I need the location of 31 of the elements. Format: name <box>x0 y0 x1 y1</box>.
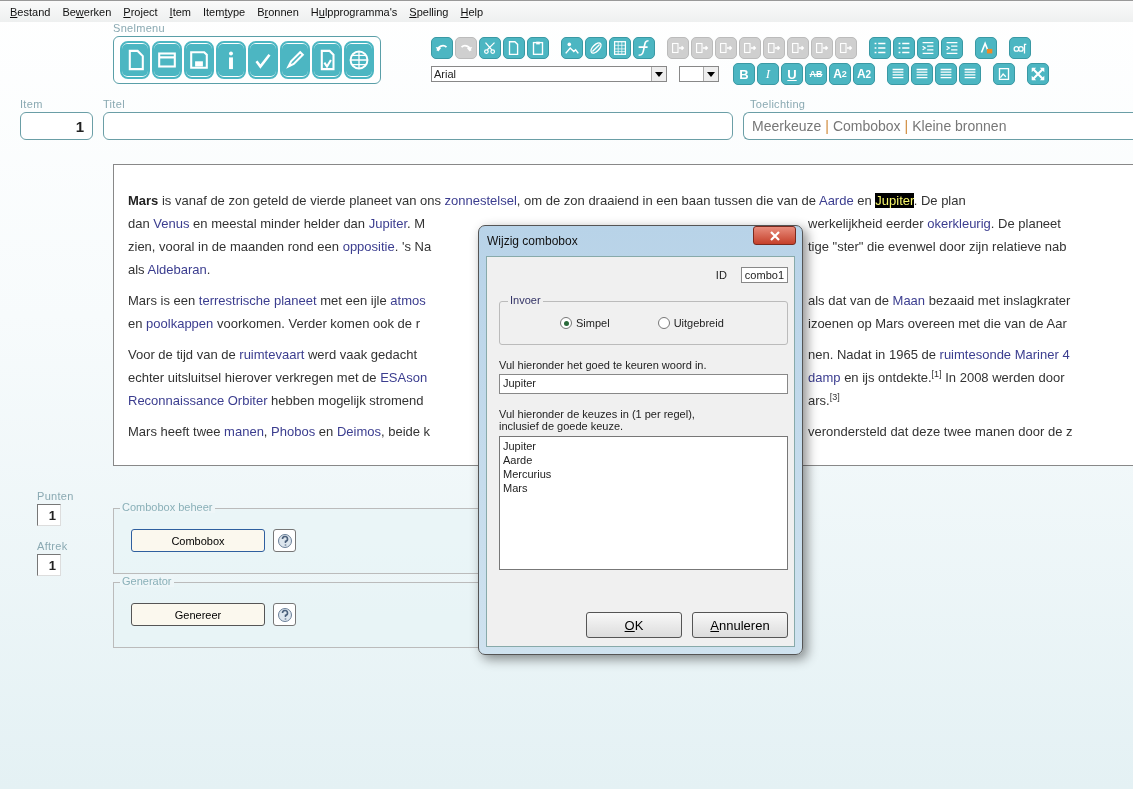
group-label: Generator <box>120 575 174 587</box>
note-label: Toelichting <box>749 98 807 112</box>
group-label: Combobox beheer <box>120 501 215 513</box>
paragraph-line: verondersteld dat deze twee manen door de z <box>808 423 1074 441</box>
deduction-label: Aftrek <box>37 540 69 554</box>
paragraph-line: nen. Nadat in 1965 de ruimtesonde Mariner 4 <box>808 346 1071 364</box>
paragraph-line: werkelijkheid eerder okerkleurig. De planeet <box>808 215 1062 233</box>
word-label: Vul hieronder het goed te keuren woord in. <box>499 359 708 371</box>
paragraph-line: dan Venus en meestal minder helder dan Jupiter. M <box>128 215 427 233</box>
paragraph-line: Mars is een terrestrische planeet met een ijle atmos <box>128 292 427 310</box>
paragraph-line: Voor de tijd van de ruimtevaart werd vaak gedacht <box>128 346 419 364</box>
paragraph-line: zien, vooral in de maanden rond een oppositie. 's Na <box>128 238 433 256</box>
choices-label: Vul hieronder de keuzes in (1 per regel), inclusief de goede keuze. <box>499 408 696 432</box>
paragraph-line: damp en ijs ontdekte.$^{[1]}$ In 2008 werden door <box>808 367 1066 387</box>
paragraph-line: Reconnaissance Orbiter hebben mogelijk stromend <box>128 392 425 410</box>
item-label: Item <box>20 98 44 112</box>
paragraph-line: izoenen op Mars overeen met die van de Aar <box>808 315 1068 333</box>
group-label: Invoer <box>508 294 543 306</box>
paragraph-line: als dat van de Maan bezaaid met inslagkrater <box>808 292 1072 310</box>
paragraph-line: echter uitsluitsel hierover verkregen met de ESAson <box>128 369 429 387</box>
id-label: ID <box>715 269 727 281</box>
dialog-title: Wijzig combobox <box>487 234 578 248</box>
paragraph-line: Mars heeft twee manen, Phobos en Deimos, beide k <box>128 423 432 441</box>
paragraph-line: Mars is vanaf de zon geteld de vierde planeet van ons zonnestelsel, om de zon draaiend in een baan tussen die van de Aarde en Jupiter. De plan <box>128 192 966 210</box>
paragraph-line: tige "ster" die evenwel door zijn relatieve nab <box>808 238 1068 256</box>
paragraph-line: en poolkappen voorkomen. Verder komen ook de r <box>128 315 421 333</box>
paragraph-line: als Aldebaran. <box>128 261 211 279</box>
quick-menu-label: Snelmenu <box>113 22 166 36</box>
paragraph-line: ars.$^{[3]}$ <box>808 390 841 410</box>
points-label: Punten <box>37 490 75 504</box>
title-label: Titel <box>103 98 126 112</box>
